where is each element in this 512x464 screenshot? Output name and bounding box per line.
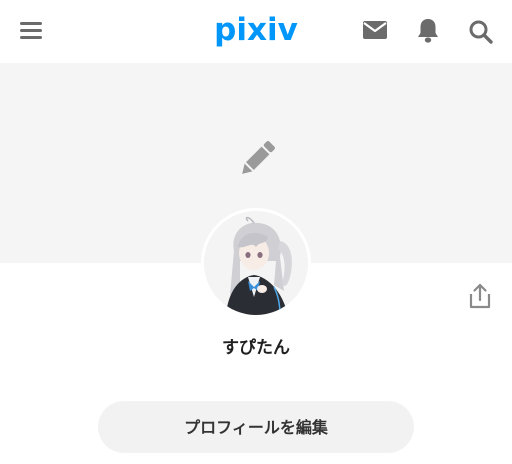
- search-icon[interactable]: [468, 19, 494, 45]
- edit-profile-button[interactable]: プロフィールを編集: [98, 401, 414, 453]
- pencil-icon[interactable]: [236, 137, 278, 181]
- username: すぴたん: [222, 338, 290, 358]
- top-header: pixiv: [0, 0, 512, 63]
- avatar-image: [204, 211, 308, 315]
- avatar[interactable]: [201, 208, 311, 318]
- pixiv-logo[interactable]: pixiv: [206, 10, 306, 50]
- share-icon[interactable]: [467, 282, 493, 310]
- mail-icon[interactable]: [362, 19, 388, 45]
- bell-icon[interactable]: [416, 17, 442, 43]
- menu-icon[interactable]: [20, 22, 42, 40]
- profile-page: pixiv すぴたん プロフィールを編集: [0, 0, 512, 464]
